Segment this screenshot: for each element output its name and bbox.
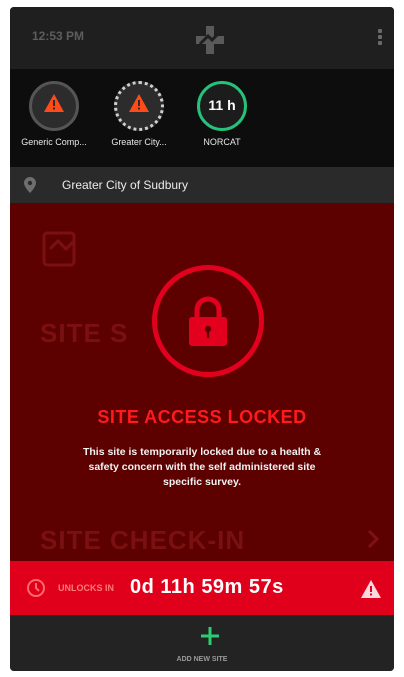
site-label: Generic Comp...	[21, 137, 87, 147]
pin-icon	[24, 177, 36, 193]
lock-title: SITE ACCESS LOCKED	[97, 407, 307, 427]
clock-icon	[27, 579, 45, 597]
lock-badge	[152, 265, 264, 377]
sites-carousel: Generic Comp... Greater City... 11 h NOR…	[10, 69, 394, 167]
app-screen: 12:53 PM Generic Comp... Greater City...…	[10, 7, 394, 671]
site-timer: 11 h	[208, 97, 236, 113]
status-time: 12:53 PM	[32, 29, 85, 43]
countdown-label: UNLOCKS IN	[58, 583, 114, 593]
add-new-site-button[interactable]: ADD NEW SITE	[10, 615, 394, 671]
location-name: Greater City of Sudbury	[62, 178, 189, 192]
warning-icon	[129, 94, 149, 112]
logo-icon	[196, 26, 224, 54]
site-item-greater-city[interactable]: Greater City...	[101, 81, 177, 147]
site-item-generic[interactable]: Generic Comp...	[16, 81, 92, 147]
chevron-right-icon	[367, 529, 380, 549]
alert-icon	[361, 580, 381, 598]
countdown-value: 0d 11h 59m 57s	[130, 576, 284, 598]
checklist-icon	[42, 231, 76, 267]
lock-message: This site is temporarily locked due to a…	[82, 446, 322, 488]
add-new-site-label: ADD NEW SITE	[176, 656, 228, 663]
unlock-countdown-bar: UNLOCKS IN 0d 11h 59m 57s	[10, 561, 394, 615]
site-label: Greater City...	[111, 137, 167, 147]
warning-icon	[44, 94, 64, 112]
overflow-menu-icon[interactable]	[377, 27, 383, 47]
site-label: NORCAT	[203, 137, 241, 147]
lock-overlay: SITE S SITE ACCESS LOCKED This site is t…	[10, 203, 394, 561]
top-bar: 12:53 PM	[10, 7, 394, 69]
background-section-title: SITE S	[40, 318, 129, 348]
background-section-title: SITE CHECK-IN	[40, 525, 246, 555]
site-item-norcat[interactable]: 11 h NORCAT	[184, 81, 260, 147]
lock-icon	[189, 296, 227, 346]
plus-icon	[201, 627, 219, 645]
location-bar[interactable]: Greater City of Sudbury	[10, 167, 394, 203]
